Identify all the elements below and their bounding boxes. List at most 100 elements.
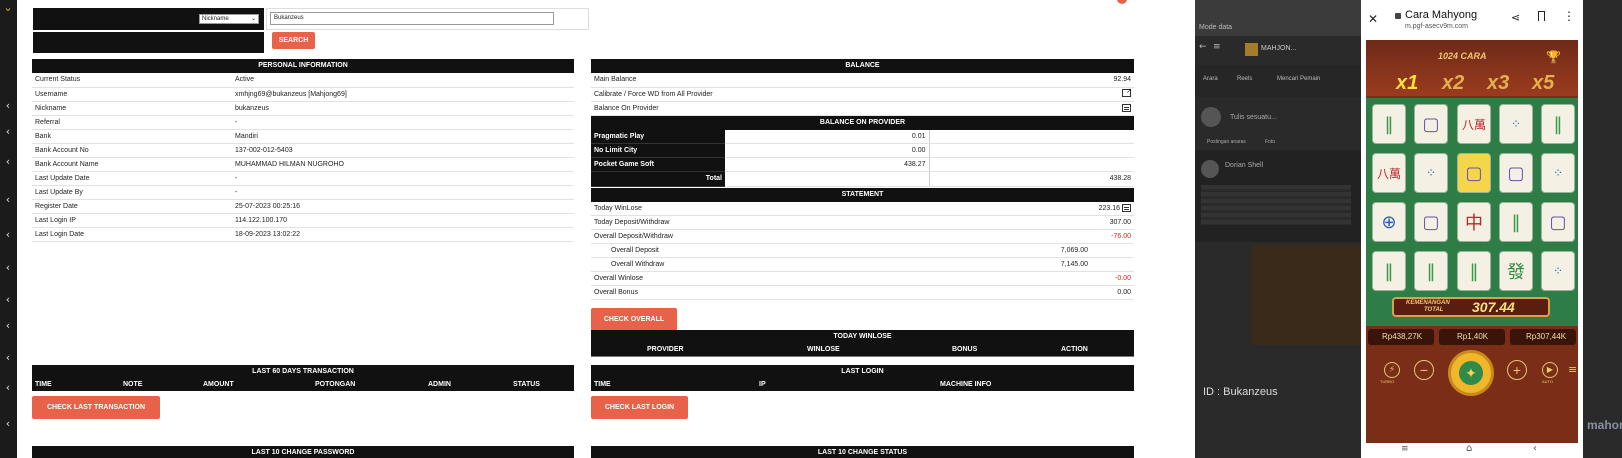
list-icon[interactable]	[1122, 104, 1131, 112]
bookmark-icon[interactable]	[1538, 11, 1545, 21]
chevron-left-icon[interactable]: ‹	[3, 194, 13, 205]
last-login-panel: LAST LOGIN TIME IP MACHINE INFO CHECK LA…	[591, 365, 1134, 419]
personal-info-label: Referral	[32, 115, 232, 130]
action-label: Postingan anaras	[1207, 139, 1246, 145]
spin-button[interactable]: ✦	[1448, 350, 1494, 396]
spin-icon: ✦	[1459, 361, 1483, 385]
chevron-down-icon[interactable]: ⌄	[3, 2, 13, 13]
total-win-banner: KEMENANGAN TOTAL 307.44	[1392, 297, 1550, 317]
increase-bet-button[interactable]: +	[1507, 360, 1527, 380]
personal-info-value: -	[232, 171, 574, 186]
calibrate-label: Calibrate / Force WD from All Provider	[591, 87, 1048, 102]
col-action: ACTION	[1061, 346, 1088, 353]
gold-white-dragon-tile: ▢	[1457, 153, 1491, 193]
turbo-icon[interactable]: ⚡	[1384, 362, 1400, 378]
personal-info-row: Last Update By -	[32, 185, 574, 200]
check-overall-button[interactable]: CHECK OVERALL	[591, 308, 677, 331]
white-dragon-tile: ▢	[1541, 202, 1575, 242]
dots-tile: ⁘	[1499, 104, 1533, 144]
provider-name: Pragmatic Play	[591, 129, 725, 144]
chevron-left-icon[interactable]: ‹	[3, 100, 13, 111]
autoplay-icon[interactable]: ▶	[1542, 362, 1558, 378]
eight-wan-tile: 八萬	[1372, 153, 1406, 193]
today-winlose-label: Today WinLose	[591, 201, 878, 216]
menu-icon[interactable]: ≡	[1568, 363, 1577, 376]
chevron-left-icon[interactable]: ‹	[3, 294, 13, 305]
personal-info-label: Last Login IP	[32, 213, 232, 228]
filter-chip: Arara	[1203, 76, 1218, 82]
decrease-bet-button[interactable]: −	[1414, 360, 1434, 380]
overall-dw-label: Overall Deposit/Withdraw	[591, 229, 878, 244]
change-status-title: LAST 10 CHANGE STATUS	[591, 446, 1134, 458]
home-icon[interactable]: ⌂	[1466, 443, 1472, 454]
recent-apps-icon[interactable]: ≡	[1401, 444, 1409, 454]
provider-row: Pragmatic Play 0.01	[591, 129, 1134, 144]
statement-title: STATEMENT	[591, 187, 1134, 202]
personal-info-label: Nickname	[32, 101, 232, 116]
win-label-total: TOTAL	[1424, 307, 1444, 313]
chevron-left-icon[interactable]: ‹	[3, 352, 13, 363]
personal-info-value: 114.122.100.170	[232, 213, 574, 228]
bamboo-tile: ‖	[1499, 202, 1533, 242]
col-time: TIME	[594, 381, 611, 388]
balance-display: Rp438,27K	[1368, 329, 1434, 345]
transaction-header: TIME NOTE AMOUNT POTONGAN ADMIN STATUS	[32, 379, 574, 391]
provider-total-value: 438.28	[929, 172, 1134, 187]
post-text	[1201, 185, 1351, 225]
personal-info-label: Last Update By	[32, 185, 232, 200]
search-form: Nickname ⌄ Bukanzeus SEARCH	[33, 8, 589, 54]
multiplier-x1: x1	[1396, 72, 1419, 94]
personal-info-value: MUHAMMAD HILMAN NUGROHO	[232, 157, 574, 172]
chevron-left-icon[interactable]: ‹	[3, 382, 13, 393]
personal-info-row: Referral -	[32, 115, 574, 130]
chevron-left-icon[interactable]: ‹	[3, 418, 13, 429]
admin-panel: Nickname ⌄ Bukanzeus SEARCH PERSONAL INF…	[17, 0, 1190, 458]
back-arrow-icon: ←	[1199, 42, 1207, 52]
main-balance-row: Main Balance 92.94	[591, 73, 1134, 88]
provider-row: Pocket Game Soft 438.27	[591, 157, 1134, 172]
win-display: Rp307,44K	[1510, 329, 1576, 345]
search-input[interactable]: Bukanzeus	[270, 12, 554, 25]
more-icon[interactable]: ⋮	[1563, 9, 1575, 23]
personal-info-label: Last Login Date	[32, 227, 232, 242]
ways-text: 1024 CARA	[1438, 51, 1487, 61]
chevron-left-icon[interactable]: ‹	[3, 126, 13, 137]
search-input-value: Bukanzeus	[274, 15, 304, 21]
check-last-login-button[interactable]: CHECK LAST LOGIN	[591, 396, 688, 419]
chevron-down-icon: ⌄	[250, 15, 256, 22]
main-balance-label: Main Balance	[591, 73, 1048, 88]
chevron-left-icon[interactable]: ‹	[3, 320, 13, 331]
close-circle-icon[interactable]	[1117, 0, 1127, 4]
mode-data-text: Mode data	[1199, 24, 1233, 31]
search-field-select[interactable]: Nickname ⌄	[199, 14, 259, 24]
share-icon[interactable]: ↗	[1122, 87, 1132, 97]
col-note: NOTE	[123, 381, 143, 388]
personal-info-row: Register Date 25-07-2023 00:25:16	[32, 199, 574, 214]
close-icon[interactable]: ✕	[1368, 12, 1378, 26]
personal-info-row: Last Login IP 114.122.100.170	[32, 213, 574, 228]
provider-balance: 0.00	[725, 143, 930, 158]
col-status: STATUS	[513, 381, 540, 388]
game-thumbnail	[1245, 43, 1258, 56]
chevron-left-icon[interactable]: ‹	[3, 229, 13, 240]
check-last-transaction-button[interactable]: CHECK LAST TRANSACTION	[32, 396, 160, 419]
col-amount: AMOUNT	[203, 381, 234, 388]
back-icon[interactable]: ‹	[1533, 443, 1537, 454]
trophy-icon[interactable]: 🏆	[1546, 50, 1561, 64]
search-button[interactable]: SEARCH	[272, 32, 315, 49]
chevron-left-icon[interactable]: ‹	[3, 156, 13, 167]
personal-info-row: Bank Account Name MUHAMMAD HILMAN NUGROHO	[32, 157, 574, 172]
share-icon[interactable]: ⋖	[1511, 11, 1520, 24]
chevron-left-icon[interactable]: ‹	[3, 262, 13, 273]
white-dragon-tile: ▢	[1414, 202, 1448, 242]
personal-info-value: Active	[232, 73, 574, 88]
list-icon[interactable]	[1122, 204, 1131, 213]
dots-tile: ⊕	[1372, 202, 1406, 242]
col-bonus: BONUS	[952, 346, 978, 353]
personal-info-row: Last Update Date -	[32, 171, 574, 186]
calibrate-row: Calibrate / Force WD from All Provider ↗	[591, 87, 1134, 102]
change-password-title: LAST 10 CHANGE PASSWORD	[32, 446, 574, 458]
auto-label: AUTO	[1542, 379, 1554, 384]
personal-info-label: Bank	[32, 129, 232, 144]
game-canvas: 1024 CARA 🏆 x1 x2 x3 x5 ‖ ▢ 八萬 ⁘ ‖ 八萬 ⁘ …	[1366, 40, 1578, 443]
